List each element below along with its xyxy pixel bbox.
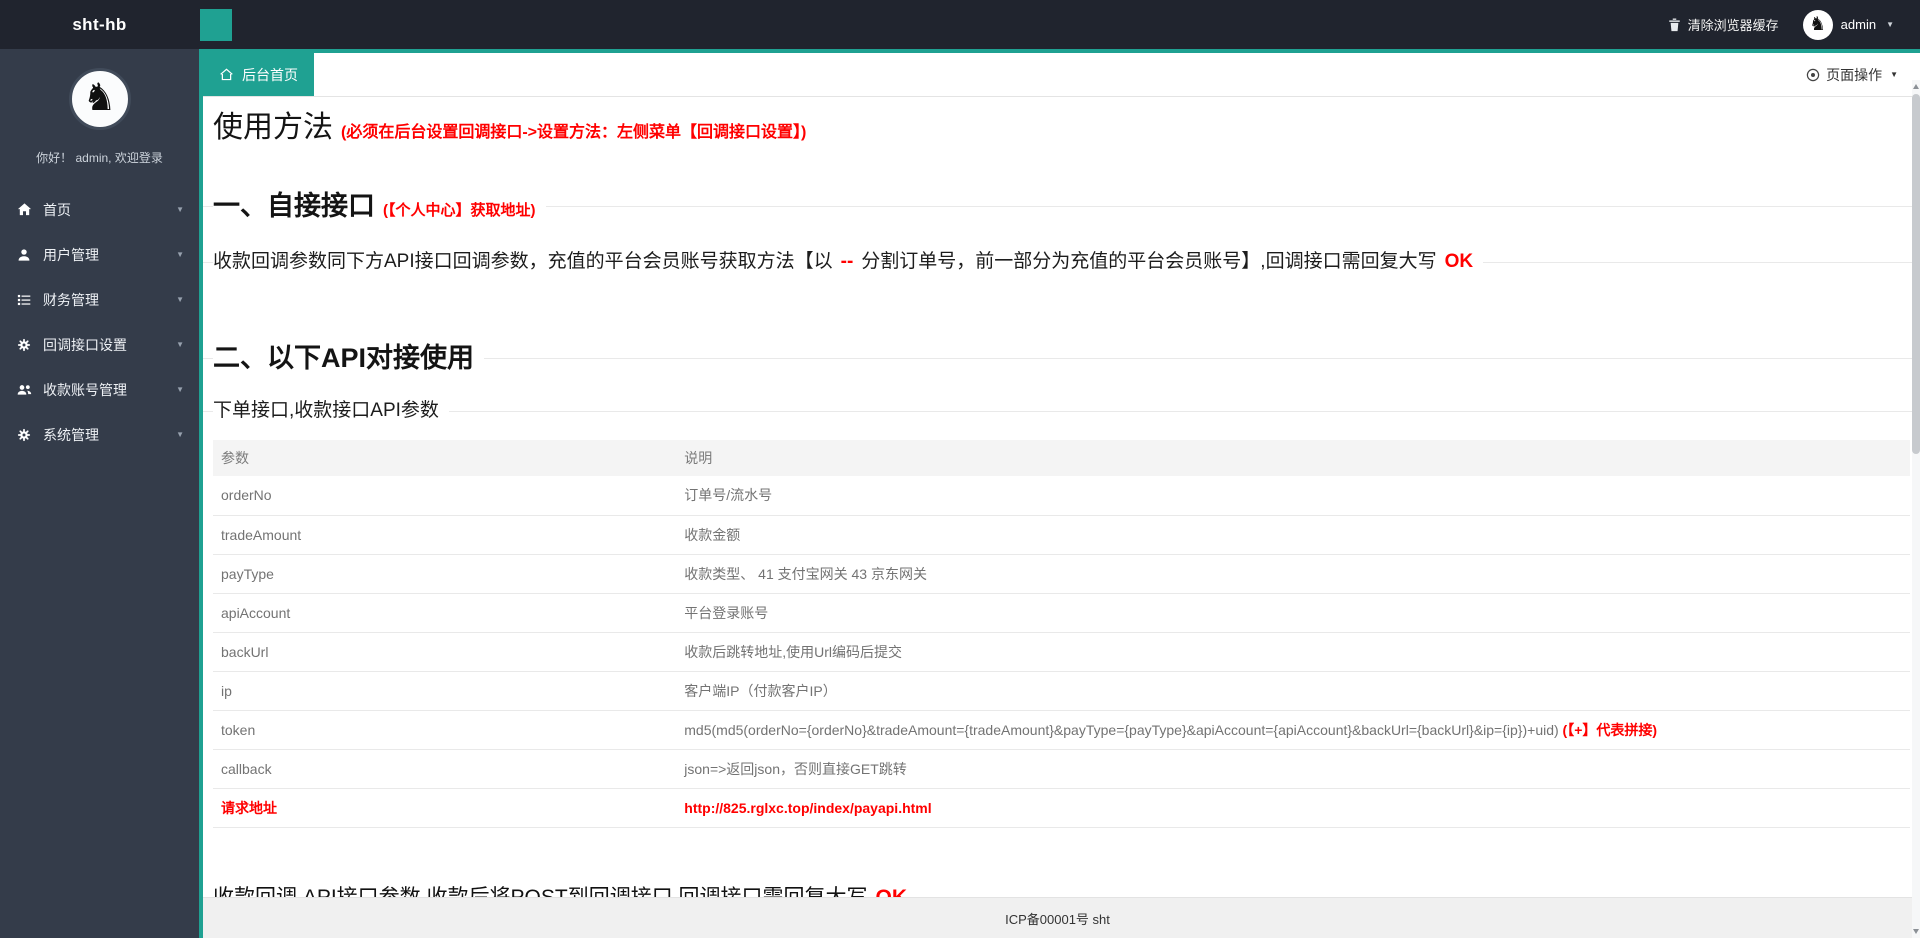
- chevron-down-icon: ▼: [176, 295, 184, 304]
- desc-cell: 平台登录账号: [676, 593, 1910, 632]
- sidebar-item[interactable]: 用户管理 ▼: [0, 232, 199, 277]
- app-window: sht-hb 清除浏览器缓存 ♞ admin ▼ ♞ 你好！ admin, 欢迎…: [0, 0, 1920, 938]
- param-cell: apiAccount: [213, 593, 676, 632]
- table-row: orderNo 订单号/流水号: [213, 476, 1910, 515]
- section1-note: (【个人中心】获取地址): [383, 199, 536, 220]
- col-header-param: 参数: [213, 440, 676, 476]
- admin-menu[interactable]: ♞ admin ▼: [1803, 10, 1894, 40]
- username-label: admin: [1841, 17, 1876, 32]
- col-header-desc: 说明: [676, 440, 1910, 476]
- scrollbar[interactable]: [1912, 80, 1920, 938]
- param-cell: orderNo: [213, 476, 676, 515]
- chevron-down-icon: ▼: [176, 250, 184, 259]
- sidebar: ♞ 你好！ admin, 欢迎登录 首页 ▼ 用户管理 ▼ 财务管理 ▼: [0, 49, 199, 938]
- section1-title: 一、自接接口: [213, 190, 375, 222]
- tab-home-label: 后台首页: [242, 65, 298, 85]
- table-row: apiAccount 平台登录账号: [213, 593, 1910, 632]
- clear-cache-label: 清除浏览器缓存: [1688, 15, 1779, 34]
- table-row: callback json=>返回json，否则直接GET跳转: [213, 749, 1910, 788]
- section2-title: 二、以下API对接使用: [213, 342, 474, 374]
- table-row: ip 客户端IP（付款客户IP）: [213, 671, 1910, 710]
- api-params-table: 参数 说明 orderNo 订单号/流水号 tradeAmount 收款金额: [213, 440, 1910, 828]
- chevron-down-icon: ▼: [176, 340, 184, 349]
- param-cell: payType: [213, 554, 676, 593]
- page-title: 使用方法: [213, 110, 333, 146]
- user-icon: [17, 248, 34, 262]
- param-cell: tradeAmount: [213, 515, 676, 554]
- sidebar-nav: 首页 ▼ 用户管理 ▼ 财务管理 ▼ 回调接口设置 ▼: [0, 187, 199, 457]
- page-actions-label: 页面操作: [1826, 65, 1882, 85]
- desc-cell: 收款类型、 41 支付宝网关 43 京东网关: [676, 554, 1910, 593]
- desc-cell: 收款金额: [676, 515, 1910, 554]
- table-header-row: 参数 说明: [213, 440, 1910, 476]
- table-row: tradeAmount 收款金额: [213, 515, 1910, 554]
- section2-heading: 二、以下API对接使用: [203, 342, 1920, 374]
- param-cell: callback: [213, 749, 676, 788]
- desc-cell: 收款后跳转地址,使用Url编码后提交: [676, 632, 1910, 671]
- table-row: payType 收款类型、 41 支付宝网关 43 京东网关: [213, 554, 1910, 593]
- chevron-down-icon: ▼: [1890, 70, 1898, 79]
- table-row: 请求地址 http://825.rglxc.top/index/payapi.h…: [213, 788, 1910, 827]
- avatar: ♞: [1803, 10, 1833, 40]
- gear-icon: [17, 428, 34, 442]
- sidebar-item[interactable]: 回调接口设置 ▼: [0, 322, 199, 367]
- sidebar-item[interactable]: 财务管理 ▼: [0, 277, 199, 322]
- tab-home[interactable]: 后台首页: [203, 53, 314, 96]
- page-content: 使用方法 (必须在后台设置回调接口->设置方法：左侧菜单【回调接口设置】) 一、…: [203, 97, 1920, 938]
- scroll-up-arrow-icon[interactable]: [1913, 84, 1919, 89]
- section1-heading: 一、自接接口 (【个人中心】获取地址): [203, 190, 1920, 222]
- topbar: sht-hb 清除浏览器缓存 ♞ admin ▼: [0, 0, 1920, 49]
- content-area: 后台首页 页面操作 ▼ 使用方法 (必须在后台设置回调接口->设置方法：左侧菜单…: [199, 49, 1920, 938]
- list-icon: [17, 293, 34, 307]
- param-cell: ip: [213, 671, 676, 710]
- sidebar-item[interactable]: 首页 ▼: [0, 187, 199, 232]
- icp-text: ICP备00001号 sht: [1005, 909, 1110, 928]
- users-icon: [17, 383, 34, 397]
- desc-cell: 订单号/流水号: [676, 476, 1910, 515]
- param-cell: token: [213, 710, 676, 749]
- gear-icon: [17, 338, 34, 352]
- section1-paragraph: 收款回调参数同下方API接口回调参数，充值的平台会员账号获取方法【以 -- 分割…: [203, 251, 1920, 272]
- topbar-right: 清除浏览器缓存 ♞ admin ▼: [1668, 10, 1920, 40]
- page-title-note: (必须在后台设置回调接口->设置方法：左侧菜单【回调接口设置】): [341, 118, 806, 142]
- desc-cell: json=>返回json，否则直接GET跳转: [676, 749, 1910, 788]
- trash-icon: [1668, 18, 1681, 32]
- horse-logo-icon: ♞: [1809, 15, 1826, 34]
- clear-cache-button[interactable]: 清除浏览器缓存: [1668, 15, 1779, 34]
- scroll-down-arrow-icon[interactable]: [1913, 929, 1919, 934]
- desc-cell: 客户端IP（付款客户IP）: [676, 671, 1910, 710]
- home-icon: [17, 202, 34, 217]
- desc-cell: md5(md5(orderNo={orderNo}&tradeAmount={t…: [676, 710, 1910, 749]
- chevron-down-icon: ▼: [1886, 20, 1894, 29]
- sidebar-item[interactable]: 收款账号管理 ▼: [0, 367, 199, 412]
- logo-avatar: ♞: [69, 68, 131, 130]
- tabbar: 后台首页 页面操作 ▼: [203, 49, 1920, 97]
- page-actions-button[interactable]: 页面操作 ▼: [1806, 53, 1920, 96]
- chevron-down-icon: ▼: [176, 205, 184, 214]
- footer: ICP备00001号 sht: [203, 897, 1912, 938]
- chevron-down-icon: ▼: [176, 430, 184, 439]
- chevron-down-icon: ▼: [176, 385, 184, 394]
- table-row: token md5(md5(orderNo={orderNo}&tradeAmo…: [213, 710, 1910, 749]
- usage-heading-row: 使用方法 (必须在后台设置回调接口->设置方法：左侧菜单【回调接口设置】): [213, 110, 1910, 146]
- scrollbar-thumb[interactable]: [1912, 94, 1920, 454]
- section2-paragraph: 下单接口,收款接口API参数: [203, 400, 1920, 421]
- sidebar-toggle-button[interactable]: [200, 9, 232, 41]
- brand-logo: sht-hb: [0, 15, 199, 35]
- target-icon: [1806, 68, 1820, 82]
- horse-logo-icon: ♞: [82, 79, 116, 117]
- main-area: ♞ 你好！ admin, 欢迎登录 首页 ▼ 用户管理 ▼ 财务管理 ▼: [0, 49, 1920, 938]
- param-cell: 请求地址: [213, 788, 676, 827]
- welcome-text: 你好！ admin, 欢迎登录: [36, 149, 163, 166]
- home-icon: [219, 67, 234, 82]
- param-cell: backUrl: [213, 632, 676, 671]
- table-row: backUrl 收款后跳转地址,使用Url编码后提交: [213, 632, 1910, 671]
- desc-cell: http://825.rglxc.top/index/payapi.html: [676, 788, 1910, 827]
- sidebar-item[interactable]: 系统管理 ▼: [0, 412, 199, 457]
